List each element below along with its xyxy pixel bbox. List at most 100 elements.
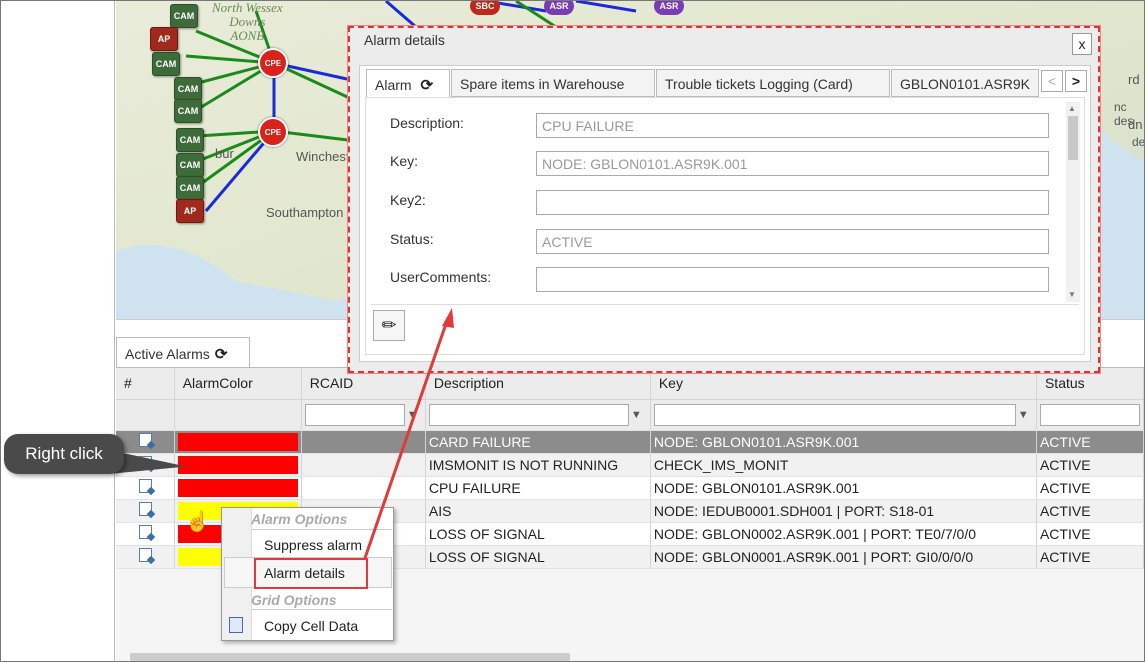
description-field[interactable]: CPU FAILURE <box>536 113 1049 138</box>
alarm-color-swatch <box>177 432 298 451</box>
rcaid-cell[interactable] <box>301 476 426 500</box>
alarm-color-swatch <box>177 478 298 497</box>
key-field[interactable]: NODE: GBLON0101.ASR9K.001 <box>536 151 1049 176</box>
tab-alarm[interactable]: Alarm ⟳ <box>366 69 450 98</box>
key2-field[interactable] <box>536 190 1049 215</box>
map-node-cam[interactable]: CAM <box>170 4 198 28</box>
alarm-tab-panel: Description: CPU FAILURE Key: NODE: GBLO… <box>365 97 1085 355</box>
rcaid-filter-input[interactable] <box>304 403 405 426</box>
table-row[interactable]: IMSMONIT IS NOT RUNNING CHECK_IMS_MONIT AC… <box>116 453 1145 477</box>
left-panel <box>1 1 115 661</box>
key-cell[interactable]: NODE: GBLON0101.ASR9K.001 <box>650 476 1037 500</box>
key-cell[interactable]: NODE: GBLON0101.ASR9K.001 <box>650 430 1037 454</box>
menu-item-copy-cell-data[interactable]: Copy Cell Data <box>264 618 358 634</box>
edit-row-icon[interactable] <box>139 502 152 516</box>
right-click-callout: Right click <box>4 434 124 474</box>
edit-row-icon[interactable] <box>139 548 152 562</box>
status-cell[interactable]: ACTIVE <box>1036 430 1145 454</box>
key-cell[interactable]: CHECK_IMS_MONIT <box>650 453 1037 477</box>
map-node-cam[interactable]: CAM <box>176 176 204 200</box>
map-node-cam[interactable]: CAM <box>174 77 202 101</box>
map-node-ap[interactable]: AP <box>150 27 178 51</box>
tab-prev-button[interactable]: < <box>1041 70 1063 92</box>
refresh-icon[interactable]: ⟳ <box>420 76 433 94</box>
alarm-details-dialog: Alarm details x Alarm ⟳ Spare items in W… <box>348 26 1100 373</box>
pencil-icon: ✏ <box>381 315 397 335</box>
dialog-body: Alarm ⟳ Spare items in Warehouse Trouble… <box>359 65 1091 362</box>
copy-icon <box>229 617 243 633</box>
map-node-cam[interactable]: CAM <box>176 128 204 152</box>
description-cell[interactable]: LOSS OF SIGNAL <box>425 522 651 546</box>
map-town-fragment: bur <box>215 146 234 161</box>
edit-row-icon[interactable] <box>139 525 152 539</box>
scroll-thumb[interactable] <box>1068 116 1078 160</box>
filter-icon[interactable]: ▼ <box>1018 409 1029 421</box>
tab-active-alarms[interactable]: Active Alarms ⟳ <box>116 337 250 367</box>
description-cell[interactable]: LOSS OF SIGNAL <box>425 545 651 569</box>
close-button[interactable]: x <box>1072 33 1092 55</box>
map-node-ap[interactable]: AP <box>176 199 204 223</box>
rcaid-cell[interactable] <box>301 430 426 454</box>
map-edge-text: nc des <box>1114 100 1134 128</box>
status-field[interactable]: ACTIVE <box>536 229 1049 254</box>
col-header-alarmcolor[interactable]: AlarmColor <box>174 368 302 400</box>
label-description: Description: <box>390 115 464 131</box>
key-filter-input[interactable] <box>653 403 1016 426</box>
table-row[interactable]: CARD FAILURE NODE: GBLON0101.ASR9K.001 ACT… <box>116 430 1145 454</box>
status-cell[interactable]: ACTIVE <box>1036 499 1145 523</box>
map-town-southampton: Southampton <box>266 205 344 220</box>
description-cell[interactable]: CARD FAILURE <box>425 430 651 454</box>
col-header-index[interactable]: # <box>116 368 175 400</box>
description-filter-input[interactable] <box>428 403 629 426</box>
key-cell[interactable]: NODE: GBLON0001.ASR9K.001 | PORT: GI0/0/… <box>650 545 1037 569</box>
map-region-label: North Wessex Downs AONB <box>212 1 283 43</box>
filter-row: ▼ ▼ ▼ <box>116 399 1145 431</box>
hand-cursor-icon: ☝ <box>185 511 210 533</box>
edit-row-icon[interactable] <box>139 433 152 447</box>
tab-trouble-tickets[interactable]: Trouble tickets Logging (Card) <box>656 69 890 97</box>
scroll-up-icon[interactable]: ▲ <box>1068 104 1076 113</box>
status-cell[interactable]: ACTIVE <box>1036 522 1145 546</box>
label-usercomments: UserComments: <box>390 269 492 285</box>
label-key2: Key2: <box>390 192 426 208</box>
status-cell[interactable]: ACTIVE <box>1036 545 1145 569</box>
filter-icon[interactable]: ▼ <box>407 409 418 421</box>
edit-button[interactable]: ✏ <box>373 310 405 341</box>
menu-item-suppress-alarm[interactable]: Suppress alarm <box>264 537 362 553</box>
status-cell[interactable]: ACTIVE <box>1036 453 1145 477</box>
horizontal-scrollbar[interactable] <box>130 653 570 661</box>
map-edge-text: de <box>1132 135 1144 149</box>
status-filter-input[interactable] <box>1039 403 1140 426</box>
map-node-cpe[interactable]: CPE <box>258 117 288 147</box>
map-node-sbc[interactable]: SBC <box>470 1 500 15</box>
description-cell[interactable]: IMSMONIT IS NOT RUNNING <box>425 453 651 477</box>
table-row[interactable]: CPU FAILURE NODE: GBLON0101.ASR9K.001 ACTI… <box>116 476 1145 500</box>
tab-spare-items[interactable]: Spare items in Warehouse <box>451 69 655 97</box>
label-status: Status: <box>390 231 434 247</box>
dialog-title: Alarm details <box>364 32 445 48</box>
label-key: Key: <box>390 153 419 169</box>
map-node-cam[interactable]: CAM <box>174 99 202 123</box>
description-cell[interactable]: AIS <box>425 499 651 523</box>
status-cell[interactable]: ACTIVE <box>1036 476 1145 500</box>
menu-section-alarm-options: Alarm Options <box>251 511 348 527</box>
map-node-cpe[interactable]: CPE <box>258 48 288 78</box>
map-node-asr[interactable]: ASR <box>654 1 684 15</box>
refresh-icon[interactable]: ⟳ <box>215 345 228 363</box>
map-node-cam[interactable]: CAM <box>152 52 180 76</box>
scroll-down-icon[interactable]: ▼ <box>1068 290 1076 299</box>
highlight-box <box>254 558 368 589</box>
menu-section-grid-options: Grid Options <box>251 592 337 608</box>
usercomments-field[interactable] <box>536 267 1049 292</box>
filter-icon[interactable]: ▼ <box>631 409 642 421</box>
tab-gblon0101[interactable]: GBLON0101.ASR9K <box>891 69 1039 97</box>
description-cell[interactable]: CPU FAILURE <box>425 476 651 500</box>
key-cell[interactable]: NODE: IEDUB0001.SDH001 | PORT: S18-01 <box>650 499 1037 523</box>
map-node-asr[interactable]: ASR <box>544 1 574 15</box>
vertical-scrollbar[interactable]: ▲ ▼ <box>1066 102 1080 302</box>
alarm-color-swatch <box>177 455 298 474</box>
rcaid-cell[interactable] <box>301 453 426 477</box>
key-cell[interactable]: NODE: GBLON0002.ASR9K.001 | PORT: TE0/7/… <box>650 522 1037 546</box>
map-node-cam[interactable]: CAM <box>176 153 204 177</box>
tab-next-button[interactable]: > <box>1065 70 1087 92</box>
